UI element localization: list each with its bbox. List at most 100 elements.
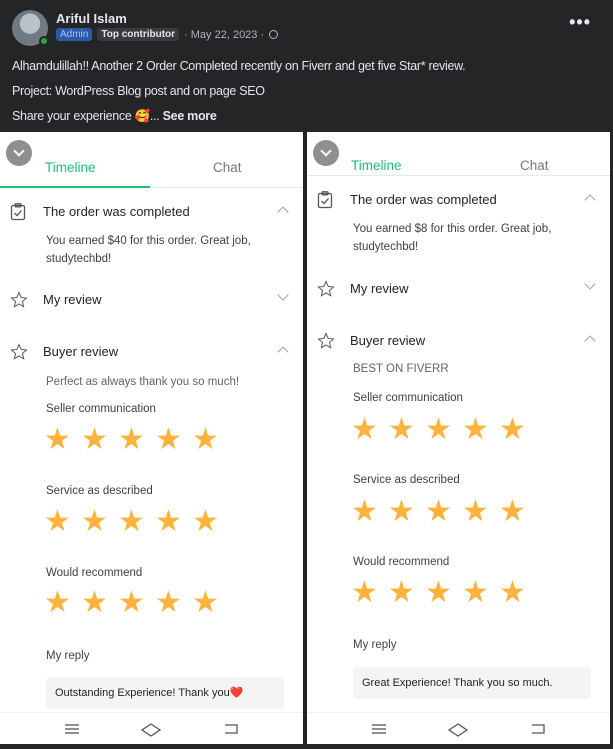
tab-timeline[interactable]: Timeline	[351, 158, 402, 173]
star-icon: ★	[81, 586, 108, 619]
chevron-up-icon[interactable]	[584, 194, 596, 206]
recent-apps-icon[interactable]	[371, 723, 387, 735]
star-outline-icon	[317, 332, 335, 349]
star-icon: ★	[155, 586, 182, 619]
star-icon: ★	[44, 505, 71, 538]
post-line-3: Share your experience 🥰... See more	[12, 104, 602, 129]
post-line-1: Alhamdulillah!! Another 2 Order Complete…	[12, 59, 466, 73]
chevron-down-icon[interactable]	[584, 278, 596, 290]
tab-chat[interactable]: Chat	[213, 160, 242, 175]
buyer-review-title: Buyer review	[350, 333, 426, 348]
post-meta: Admin Top contributor · May 22, 2023 ·	[56, 28, 279, 41]
clipboard-check-icon	[317, 191, 333, 209]
star-outline-icon	[10, 343, 28, 360]
download-icon[interactable]	[6, 140, 32, 166]
star-icon: ★	[192, 505, 219, 538]
post-date[interactable]: · May 22, 2023 ·	[184, 29, 264, 41]
star-icon: ★	[81, 505, 108, 538]
would-recommend-label: Would recommend	[46, 567, 143, 579]
order-completed-title: The order was completed	[350, 192, 497, 207]
star-outline-icon	[317, 280, 335, 297]
chevron-up-icon[interactable]	[277, 346, 289, 358]
service-described-label: Service as described	[46, 485, 153, 497]
post-line-2: Project: WordPress Blog post and on page…	[12, 84, 265, 98]
buyer-review-header[interactable]: Buyer review	[307, 329, 610, 353]
download-icon[interactable]	[313, 140, 339, 166]
recent-apps-icon[interactable]	[64, 723, 80, 735]
service-described-stars: ★ ★ ★ ★ ★	[44, 507, 222, 537]
order-completed-header[interactable]: The order was completed	[0, 200, 303, 224]
back-icon[interactable]	[530, 723, 546, 735]
chevron-up-icon[interactable]	[584, 335, 596, 347]
star-icon: ★	[351, 495, 378, 528]
would-recommend-label: Would recommend	[353, 556, 450, 568]
star-icon: ★	[81, 423, 108, 456]
order-screenshot-right: Timeline Chat The order was completed Yo…	[307, 132, 610, 744]
star-icon: ★	[499, 413, 526, 446]
star-icon: ★	[388, 413, 415, 446]
star-icon: ★	[192, 586, 219, 619]
star-icon: ★	[388, 495, 415, 528]
star-outline-icon	[10, 291, 28, 308]
order-completed-title: The order was completed	[43, 204, 190, 219]
tab-bar: Timeline Chat	[0, 132, 303, 188]
star-icon: ★	[118, 505, 145, 538]
android-nav-bar	[0, 712, 303, 744]
tab-timeline[interactable]: Timeline	[45, 160, 96, 175]
see-more-link[interactable]: See more	[163, 109, 217, 123]
seller-communication-stars: ★ ★ ★ ★ ★	[351, 415, 529, 445]
my-review-title: My review	[350, 281, 409, 296]
order-earned-text: You earned $8 for this order. Great job,…	[353, 220, 551, 256]
star-icon: ★	[462, 495, 489, 528]
tab-bar: Timeline Chat	[307, 132, 610, 176]
star-icon: ★	[192, 423, 219, 456]
star-icon: ★	[388, 576, 415, 609]
my-review-header[interactable]: My review	[307, 277, 610, 301]
author-name[interactable]: Ariful Islam	[56, 11, 127, 26]
buyer-review-header[interactable]: Buyer review	[0, 340, 303, 364]
star-icon: ★	[44, 586, 71, 619]
tab-active-indicator	[0, 186, 150, 188]
seller-communication-stars: ★ ★ ★ ★ ★	[44, 425, 222, 455]
heart-emoji: ❤️	[229, 687, 244, 699]
order-earned-line-2: studytechbd!	[353, 241, 419, 253]
buyer-comment: BEST ON FIVERR	[353, 363, 449, 375]
home-icon[interactable]	[448, 723, 468, 737]
star-icon: ★	[351, 576, 378, 609]
reply-message: Outstanding Experience! Thank you	[55, 687, 230, 699]
my-reply-label: My reply	[353, 639, 397, 651]
my-review-title: My review	[43, 292, 102, 307]
star-icon: ★	[155, 505, 182, 538]
order-earned-text: You earned $40 for this order. Great job…	[46, 232, 251, 268]
buyer-comment: Perfect as always thank you so much!	[46, 376, 240, 388]
star-icon: ★	[499, 495, 526, 528]
star-icon: ★	[118, 423, 145, 456]
star-icon: ★	[425, 576, 452, 609]
my-reply-label: My reply	[46, 650, 90, 662]
reply-text: Great Experience! Thank you so much.	[353, 667, 591, 699]
order-earned-line-1: You earned $8 for this order. Great job,	[353, 223, 552, 235]
order-screenshot-left: Timeline Chat The order was completed Yo…	[0, 132, 303, 744]
post-line-3-text: Share your experience 🥰...	[12, 109, 160, 123]
star-icon: ★	[118, 586, 145, 619]
chevron-up-icon[interactable]	[277, 206, 289, 218]
order-earned-line-1: You earned $40 for this order. Great job…	[46, 235, 251, 247]
star-icon: ★	[155, 423, 182, 456]
reply-text: Outstanding Experience! Thank you❤️	[46, 677, 284, 709]
order-completed-header[interactable]: The order was completed	[307, 188, 610, 212]
my-review-header[interactable]: My review	[0, 288, 303, 312]
star-icon: ★	[351, 413, 378, 446]
back-icon[interactable]	[223, 723, 239, 735]
order-earned-line-2: studytechbd!	[46, 253, 112, 265]
chevron-down-icon[interactable]	[277, 289, 289, 301]
star-icon: ★	[44, 423, 71, 456]
buyer-review-title: Buyer review	[43, 344, 119, 359]
star-icon: ★	[425, 495, 452, 528]
android-nav-bar	[307, 712, 610, 744]
star-icon: ★	[462, 413, 489, 446]
more-options-icon[interactable]: •••	[569, 12, 591, 33]
star-icon: ★	[462, 576, 489, 609]
seller-communication-label: Seller communication	[353, 392, 463, 404]
home-icon[interactable]	[141, 723, 161, 737]
tab-chat[interactable]: Chat	[520, 158, 549, 173]
